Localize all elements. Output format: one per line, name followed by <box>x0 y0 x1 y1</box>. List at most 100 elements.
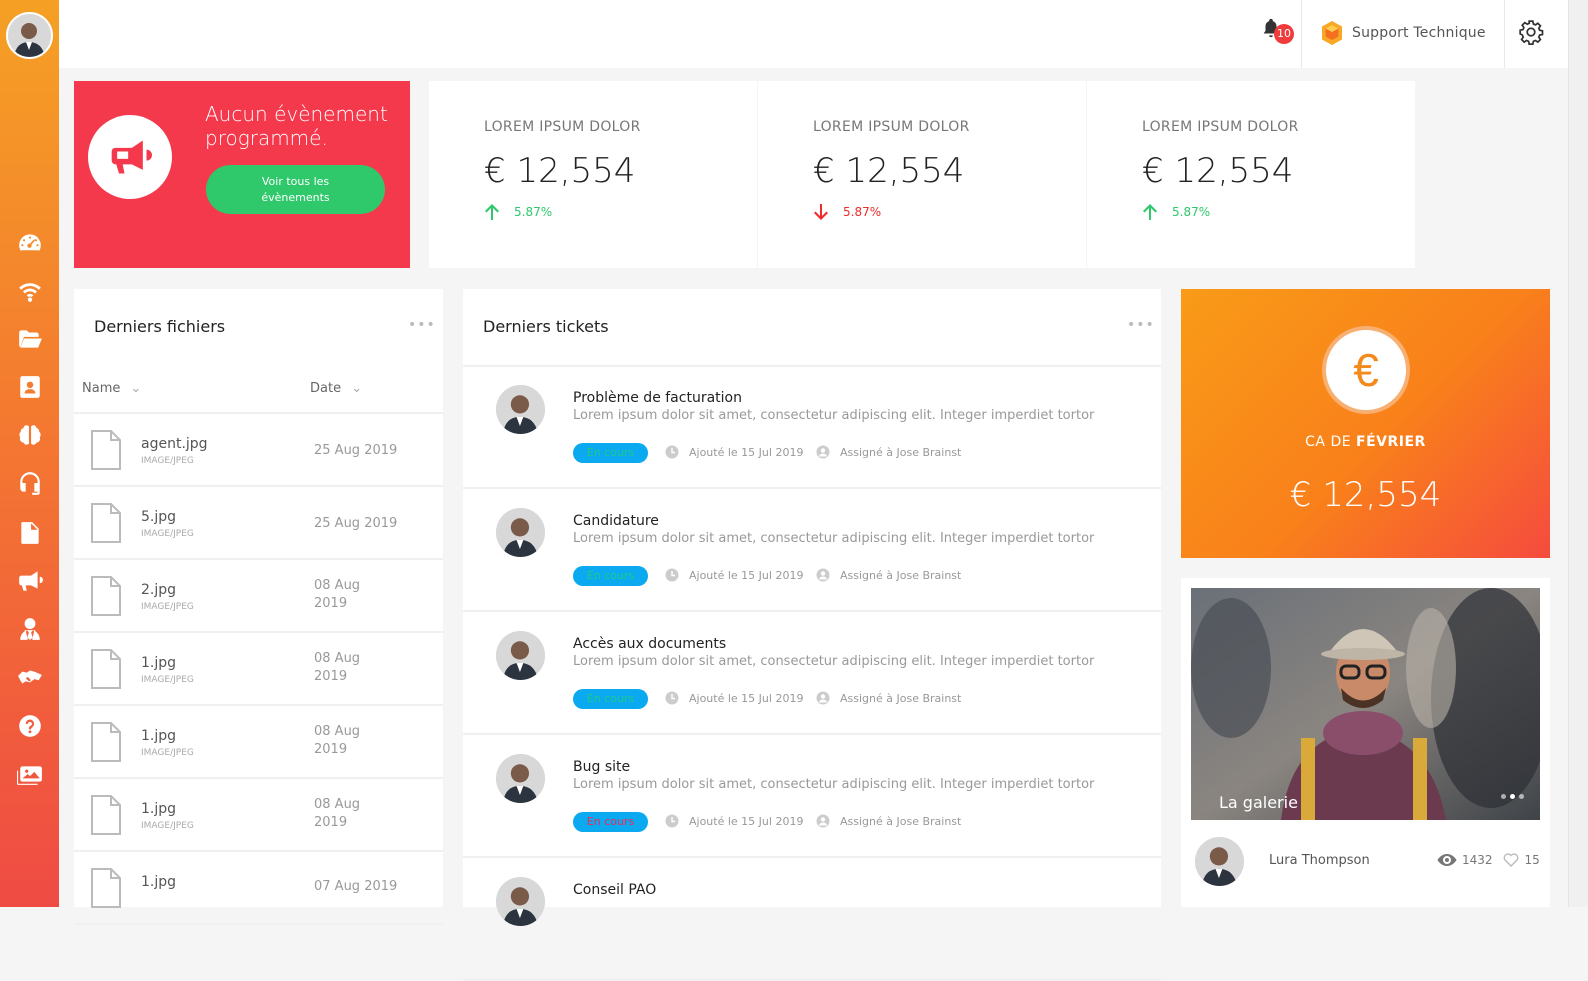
file-name[interactable]: 1.jpg <box>141 655 176 671</box>
heart-icon[interactable] <box>1503 853 1519 867</box>
ticket-title[interactable]: Bug site <box>573 759 630 775</box>
ticket-avatar <box>496 877 545 926</box>
tickets-more-button[interactable]: ••• <box>1127 317 1155 333</box>
stat-label: LOREM IPSUM DOLOR <box>1142 119 1299 135</box>
ticket-title[interactable]: Conseil PAO <box>573 882 656 898</box>
user-icon <box>816 568 830 582</box>
file-icon <box>91 503 121 543</box>
arrow-down-icon <box>814 204 828 220</box>
wifi-icon[interactable] <box>15 278 44 304</box>
ticket-row[interactable]: Problème de facturation Lorem ipsum dolor… <box>463 367 1161 489</box>
file-name[interactable]: 1.jpg <box>141 728 176 744</box>
file-name[interactable]: 1.jpg <box>141 874 176 890</box>
chevron-down-icon: ⌄ <box>130 381 142 396</box>
ticket-avatar <box>496 385 545 434</box>
topbar-divider <box>1301 0 1302 68</box>
document-icon[interactable] <box>15 520 44 546</box>
view-events-button[interactable]: Voir tous les évènements <box>206 165 385 214</box>
gallery-card: La galerie Lura Thompson 1432 15 <box>1181 578 1550 907</box>
ticket-title[interactable]: Problème de facturation <box>573 390 742 406</box>
file-icon <box>91 722 121 762</box>
col-name-header[interactable]: Name ⌄ <box>82 381 141 396</box>
stat-trend-value: 5.87% <box>1172 205 1211 219</box>
sidebar <box>0 0 59 907</box>
folder-icon[interactable] <box>15 326 44 352</box>
col-date-header[interactable]: Date ⌄ <box>310 381 362 396</box>
ticket-description: Lorem ipsum dolor sit amet, consectetur … <box>573 777 1095 792</box>
gallery-photo[interactable]: La galerie <box>1191 588 1540 820</box>
carousel-dots[interactable] <box>1501 794 1528 799</box>
files-more-button[interactable]: ••• <box>408 317 436 333</box>
user-avatar[interactable] <box>6 12 53 59</box>
file-name[interactable]: 1.jpg <box>141 801 176 817</box>
clock-icon <box>665 445 679 459</box>
file-row[interactable]: 5.jpg IMAGE/JPEG 25 Aug 2019 <box>74 487 443 560</box>
file-name[interactable]: agent.jpg <box>141 436 208 452</box>
file-type: IMAGE/JPEG <box>141 456 194 466</box>
files-title: Derniers fichiers <box>94 317 226 336</box>
stat-label: LOREM IPSUM DOLOR <box>484 119 641 135</box>
carousel-dot[interactable] <box>1510 794 1515 799</box>
clock-icon <box>665 568 679 582</box>
file-row[interactable]: agent.jpg IMAGE/JPEG 25 Aug 2019 <box>74 414 443 487</box>
file-row[interactable]: 2.jpg IMAGE/JPEG 08 Aug 2019 <box>74 560 443 633</box>
ticket-row[interactable]: Candidature Lorem ipsum dolor sit amet, c… <box>463 490 1161 612</box>
ticket-added: Ajouté le 15 Jul 2019 <box>665 568 803 582</box>
ticket-description: Lorem ipsum dolor sit amet, consectetur … <box>573 654 1095 669</box>
views-count: 1432 <box>1462 853 1493 867</box>
file-name[interactable]: 2.jpg <box>141 582 176 598</box>
gallery-icon[interactable] <box>15 761 44 787</box>
user-tie-icon[interactable] <box>15 616 44 642</box>
settings-button[interactable] <box>1518 19 1544 45</box>
stat-card: LOREM IPSUM DOLOR € 12,554 5.87% <box>758 81 1086 268</box>
topbar-divider <box>1504 0 1505 68</box>
contact-icon[interactable] <box>15 374 44 400</box>
ticket-title[interactable]: Accès aux documents <box>573 636 726 652</box>
carousel-dot[interactable] <box>1519 794 1524 799</box>
page-scrollbar[interactable] <box>1568 0 1588 907</box>
file-row[interactable]: 1.jpg IMAGE/JPEG 08 Aug 2019 <box>74 706 443 779</box>
gallery-stats: 1432 15 <box>1437 853 1540 867</box>
file-type: IMAGE/JPEG <box>141 602 194 612</box>
stat-card: LOREM IPSUM DOLOR € 12,554 5.87% <box>429 81 757 268</box>
ticket-title[interactable]: Candidature <box>573 513 659 529</box>
ticket-row[interactable]: Accès aux documents Lorem ipsum dolor sit… <box>463 613 1161 735</box>
tickets-title: Derniers tickets <box>483 317 609 336</box>
author-avatar[interactable] <box>1195 837 1244 886</box>
dashboard-icon[interactable] <box>15 230 44 256</box>
user-icon <box>816 445 830 459</box>
revenue-card: € CA DE FÉVRIER € 12,554 <box>1181 289 1550 558</box>
arrow-up-icon <box>1143 204 1157 220</box>
ticket-row[interactable]: Conseil PAO <box>463 859 1161 981</box>
ticket-added: Ajouté le 15 Jul 2019 <box>665 691 803 705</box>
ticket-description: Lorem ipsum dolor sit amet, consectetur … <box>573 408 1095 423</box>
file-date: 25 Aug 2019 <box>314 516 398 531</box>
stat-trend-value: 5.87% <box>514 205 553 219</box>
eye-icon <box>1437 854 1457 866</box>
carousel-dot[interactable] <box>1501 794 1506 799</box>
stat-label: LOREM IPSUM DOLOR <box>813 119 970 135</box>
file-name[interactable]: 5.jpg <box>141 509 176 525</box>
gallery-caption: La galerie <box>1219 793 1298 812</box>
ticket-assignee: Assigné à Jose Brainst <box>816 691 961 705</box>
file-row[interactable]: 1.jpg 07 Aug 2019 <box>74 852 443 925</box>
megaphone-icon[interactable] <box>15 568 44 594</box>
status-badge: En cours <box>573 812 648 832</box>
stat-trend: 5.87% <box>1142 203 1210 221</box>
file-row[interactable]: 1.jpg IMAGE/JPEG 08 Aug 2019 <box>74 633 443 706</box>
files-card: Derniers fichiers ••• Name ⌄ Date ⌄ agen… <box>74 289 443 925</box>
notifications-button[interactable]: 10 <box>1260 16 1296 48</box>
ticket-row[interactable]: Bug site Lorem ipsum dolor sit amet, cons… <box>463 736 1161 858</box>
status-badge: En cours <box>573 443 648 463</box>
headset-icon[interactable] <box>15 470 44 496</box>
handshake-icon[interactable] <box>15 664 44 690</box>
event-icon-circle <box>88 115 172 199</box>
brain-icon[interactable] <box>15 422 44 448</box>
help-icon[interactable] <box>15 713 44 739</box>
files-table-header: Name ⌄ Date ⌄ <box>74 367 443 414</box>
user-icon <box>816 814 830 828</box>
stat-trend: 5.87% <box>813 203 881 221</box>
file-type: IMAGE/JPEG <box>141 529 194 539</box>
file-row[interactable]: 1.jpg IMAGE/JPEG 08 Aug 2019 <box>74 779 443 852</box>
support-menu[interactable]: Support Technique <box>1320 20 1486 46</box>
